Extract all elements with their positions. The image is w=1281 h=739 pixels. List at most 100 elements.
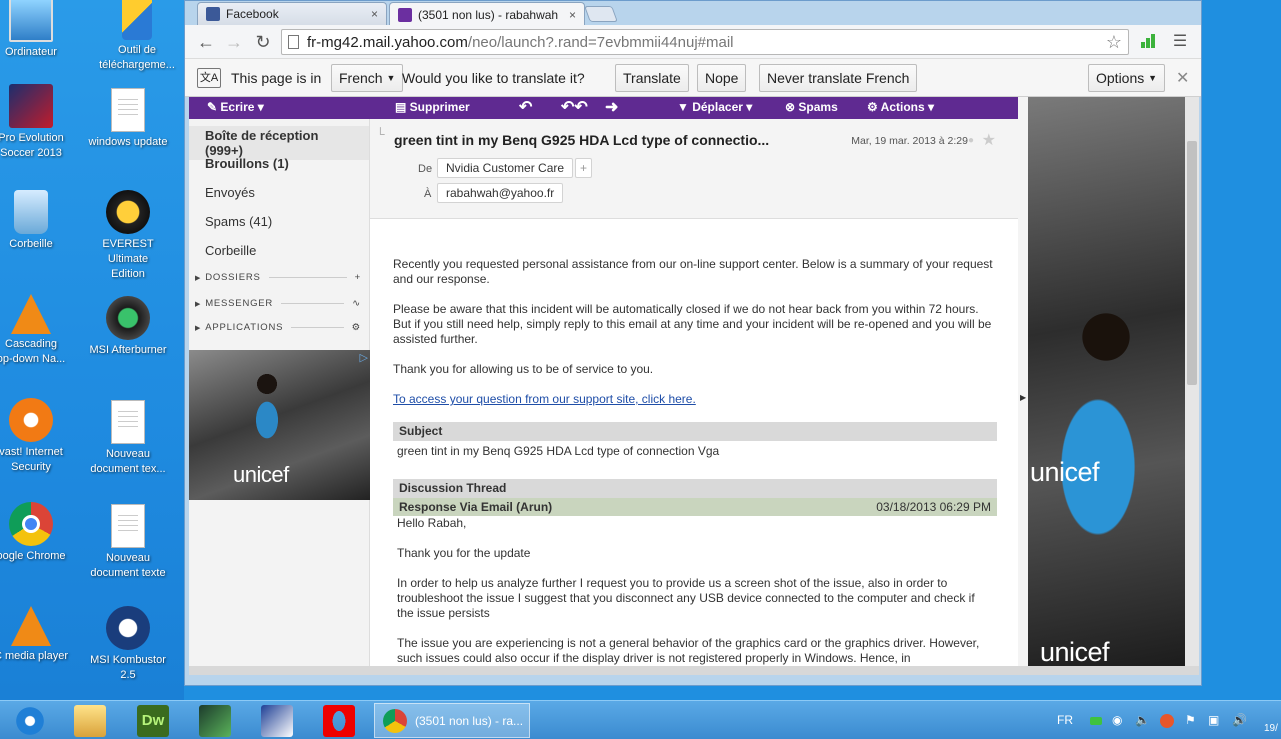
options-button[interactable]: Options ▼ (1088, 64, 1166, 92)
document-icon (111, 400, 145, 444)
desktop-icon-chrome[interactable]: oogle Chrome (0, 502, 76, 564)
move-button[interactable]: ▼ Déplacer ▾ (677, 100, 752, 114)
folder-spam[interactable]: Spams (41) (205, 214, 272, 229)
support-site-link[interactable]: To access your question from our support… (393, 392, 696, 406)
app-icon[interactable] (199, 705, 231, 737)
internet-explorer-icon[interactable] (14, 705, 46, 737)
desktop-icon-computer[interactable]: Ordinateur (0, 0, 76, 60)
never-translate-button[interactable]: Never translate French (759, 64, 918, 92)
desktop-icon-download-tool[interactable]: Outil de téléchargeme... (92, 0, 182, 73)
back-icon[interactable]: ← (195, 31, 217, 53)
vlc-cone-icon (11, 606, 51, 646)
folder-trash[interactable]: Corbeille (205, 243, 256, 258)
folder-sent[interactable]: Envoyés (205, 185, 255, 200)
spam-button[interactable]: ⊗ Spams (785, 100, 838, 114)
network-tray-icon[interactable]: ◉ (1112, 713, 1122, 727)
forward-icon[interactable]: → (223, 31, 245, 53)
tab-yahoo-mail[interactable]: (3501 non lus) - rabahwah × (389, 2, 585, 26)
message-body: Recently you requested personal assistan… (393, 257, 997, 675)
battery-icon[interactable] (1090, 717, 1102, 725)
volume-tray-icon[interactable]: 🔈 (1135, 713, 1150, 727)
unicef-ad-left[interactable]: ▷ unicef (189, 350, 370, 500)
translate-icon: 文A (197, 68, 221, 88)
section-applications[interactable]: ▶ APPLICATIONS ⚙ (195, 322, 361, 333)
new-tab-button[interactable] (584, 6, 618, 22)
desktop-icon-everest[interactable]: EVEREST Ultimate Edition (83, 190, 173, 282)
unread-dot-icon[interactable]: ● (968, 135, 974, 146)
message-date: Mar, 19 mar. 2013 à 2:29 (851, 135, 968, 147)
desktop-icon-avast[interactable]: vast! Internet Security (0, 398, 76, 475)
desktop-icon-msi-kombustor[interactable]: MSI Kombustor 2.5 (83, 606, 173, 683)
close-icon[interactable]: × (371, 7, 378, 21)
translate-button[interactable]: Translate (615, 64, 689, 92)
star-icon[interactable]: ★ (982, 130, 996, 150)
avast-icon (9, 398, 53, 442)
app2-icon[interactable] (261, 705, 293, 737)
close-icon[interactable]: × (569, 8, 576, 22)
horizontal-scrollbar[interactable] (189, 666, 1199, 675)
ad-choices-icon[interactable]: ▷ (360, 351, 368, 364)
plus-icon[interactable]: + (355, 272, 361, 283)
nope-button[interactable]: Nope (697, 64, 747, 92)
section-messenger[interactable]: ▶ MESSENGER ∿ (195, 298, 361, 309)
sender-pill[interactable]: Nvidia Customer Care (437, 158, 574, 178)
desktop-icon-pes[interactable]: Pro Evolution Soccer 2013 (0, 84, 76, 161)
desktop-icon-new-doc-1[interactable]: Nouveau document tex... (83, 400, 173, 477)
compose-button[interactable]: ✎ Ecrire ▾ (207, 100, 264, 114)
desktop-icon-vlc[interactable]: C media player (0, 606, 76, 664)
speaker-tray-icon[interactable]: 🔊 (1232, 713, 1247, 727)
section-folders[interactable]: ▶ DOSSIERS + (195, 272, 361, 283)
actions-button[interactable]: ⚙ Actions ▾ (867, 100, 934, 114)
everest-icon (106, 190, 150, 234)
desktop-icon-msi-afterburner[interactable]: MSI Afterburner (83, 296, 173, 358)
checkbox-icon[interactable]: └ (376, 127, 385, 141)
monitor-tray-icon[interactable]: ▣ (1208, 713, 1219, 727)
mail-toolbar: ✎ Ecrire ▾ ▤ Supprimer ↶ ↶↶ ➜ ▼ Déplacer… (189, 97, 1018, 119)
discussion-thread-band: Discussion Thread (393, 479, 997, 498)
message-subject: green tint in my Benq G925 HDA Lcd type … (394, 132, 770, 148)
flag-tray-icon[interactable]: ⚑ (1185, 713, 1196, 727)
unicef-ad-right[interactable]: unicef unicef (1028, 97, 1185, 667)
desktop-icon-cascading[interactable]: Cascading op-down Na... (0, 294, 76, 367)
reply-icon[interactable]: ↶ (519, 97, 532, 117)
desktop-icon-recycle-bin[interactable]: Corbeille (0, 190, 76, 252)
message-pane: └ green tint in my Benq G925 HDA Lcd typ… (370, 119, 1018, 675)
document-icon (111, 88, 145, 132)
desktop-icon-new-doc-2[interactable]: Nouveau document texte (83, 504, 173, 581)
status-icon[interactable]: ∿ (352, 298, 361, 309)
computer-icon (9, 0, 53, 42)
close-icon[interactable]: ✕ (1176, 68, 1189, 88)
dreamweaver-icon[interactable]: Dw (137, 705, 169, 737)
add-contact-icon[interactable]: + (575, 158, 593, 178)
desktop-icon-windows-update[interactable]: windows update (83, 88, 173, 150)
scroll-thumb[interactable] (1187, 141, 1197, 385)
reload-icon[interactable]: ↻ (252, 31, 274, 53)
file-explorer-icon[interactable] (74, 705, 106, 737)
signal-extension-icon[interactable] (1141, 34, 1157, 48)
forward-icon[interactable]: ➜ (605, 97, 618, 117)
taskbar: Dw (3501 non lus) - ra... FR ◉ 🔈 ⚑ ▣ 🔊 1… (0, 700, 1281, 739)
delete-button[interactable]: ▤ Supprimer (395, 100, 470, 114)
taskbar-chrome-task[interactable]: (3501 non lus) - ra... (374, 703, 530, 738)
opera-icon[interactable] (323, 705, 355, 737)
update-tray-icon[interactable] (1160, 714, 1174, 728)
translate-bar: 文A This page is in French ▼ Would you li… (185, 59, 1201, 97)
folder-inbox[interactable]: Boîte de réception (999+) (189, 126, 369, 160)
gear-icon[interactable]: ⚙ (352, 322, 361, 333)
pane-splitter[interactable]: ▶ (1018, 97, 1028, 675)
clock[interactable]: 19/ (1264, 723, 1278, 734)
expand-arrow-icon[interactable]: ▶ (1020, 393, 1026, 402)
address-bar[interactable]: fr-mg42.mail.yahoo.com/neo/launch?.rand=… (281, 29, 1129, 55)
language-select[interactable]: French ▼ (331, 64, 404, 92)
facebook-icon (206, 7, 220, 21)
reply-all-icon[interactable]: ↶↶ (561, 97, 588, 117)
folder-drafts[interactable]: Brouillons (1) (205, 156, 289, 171)
vertical-scrollbar[interactable] (1185, 97, 1199, 667)
msi-kombustor-icon (106, 606, 150, 650)
menu-icon[interactable]: ☰ (1169, 31, 1191, 53)
page-icon (288, 35, 299, 49)
recipient-pill[interactable]: rabahwah@yahoo.fr (437, 183, 564, 203)
tab-facebook[interactable]: Facebook × (197, 2, 387, 25)
bookmark-star-icon[interactable]: ☆ (1106, 32, 1122, 53)
chrome-icon (383, 708, 407, 733)
